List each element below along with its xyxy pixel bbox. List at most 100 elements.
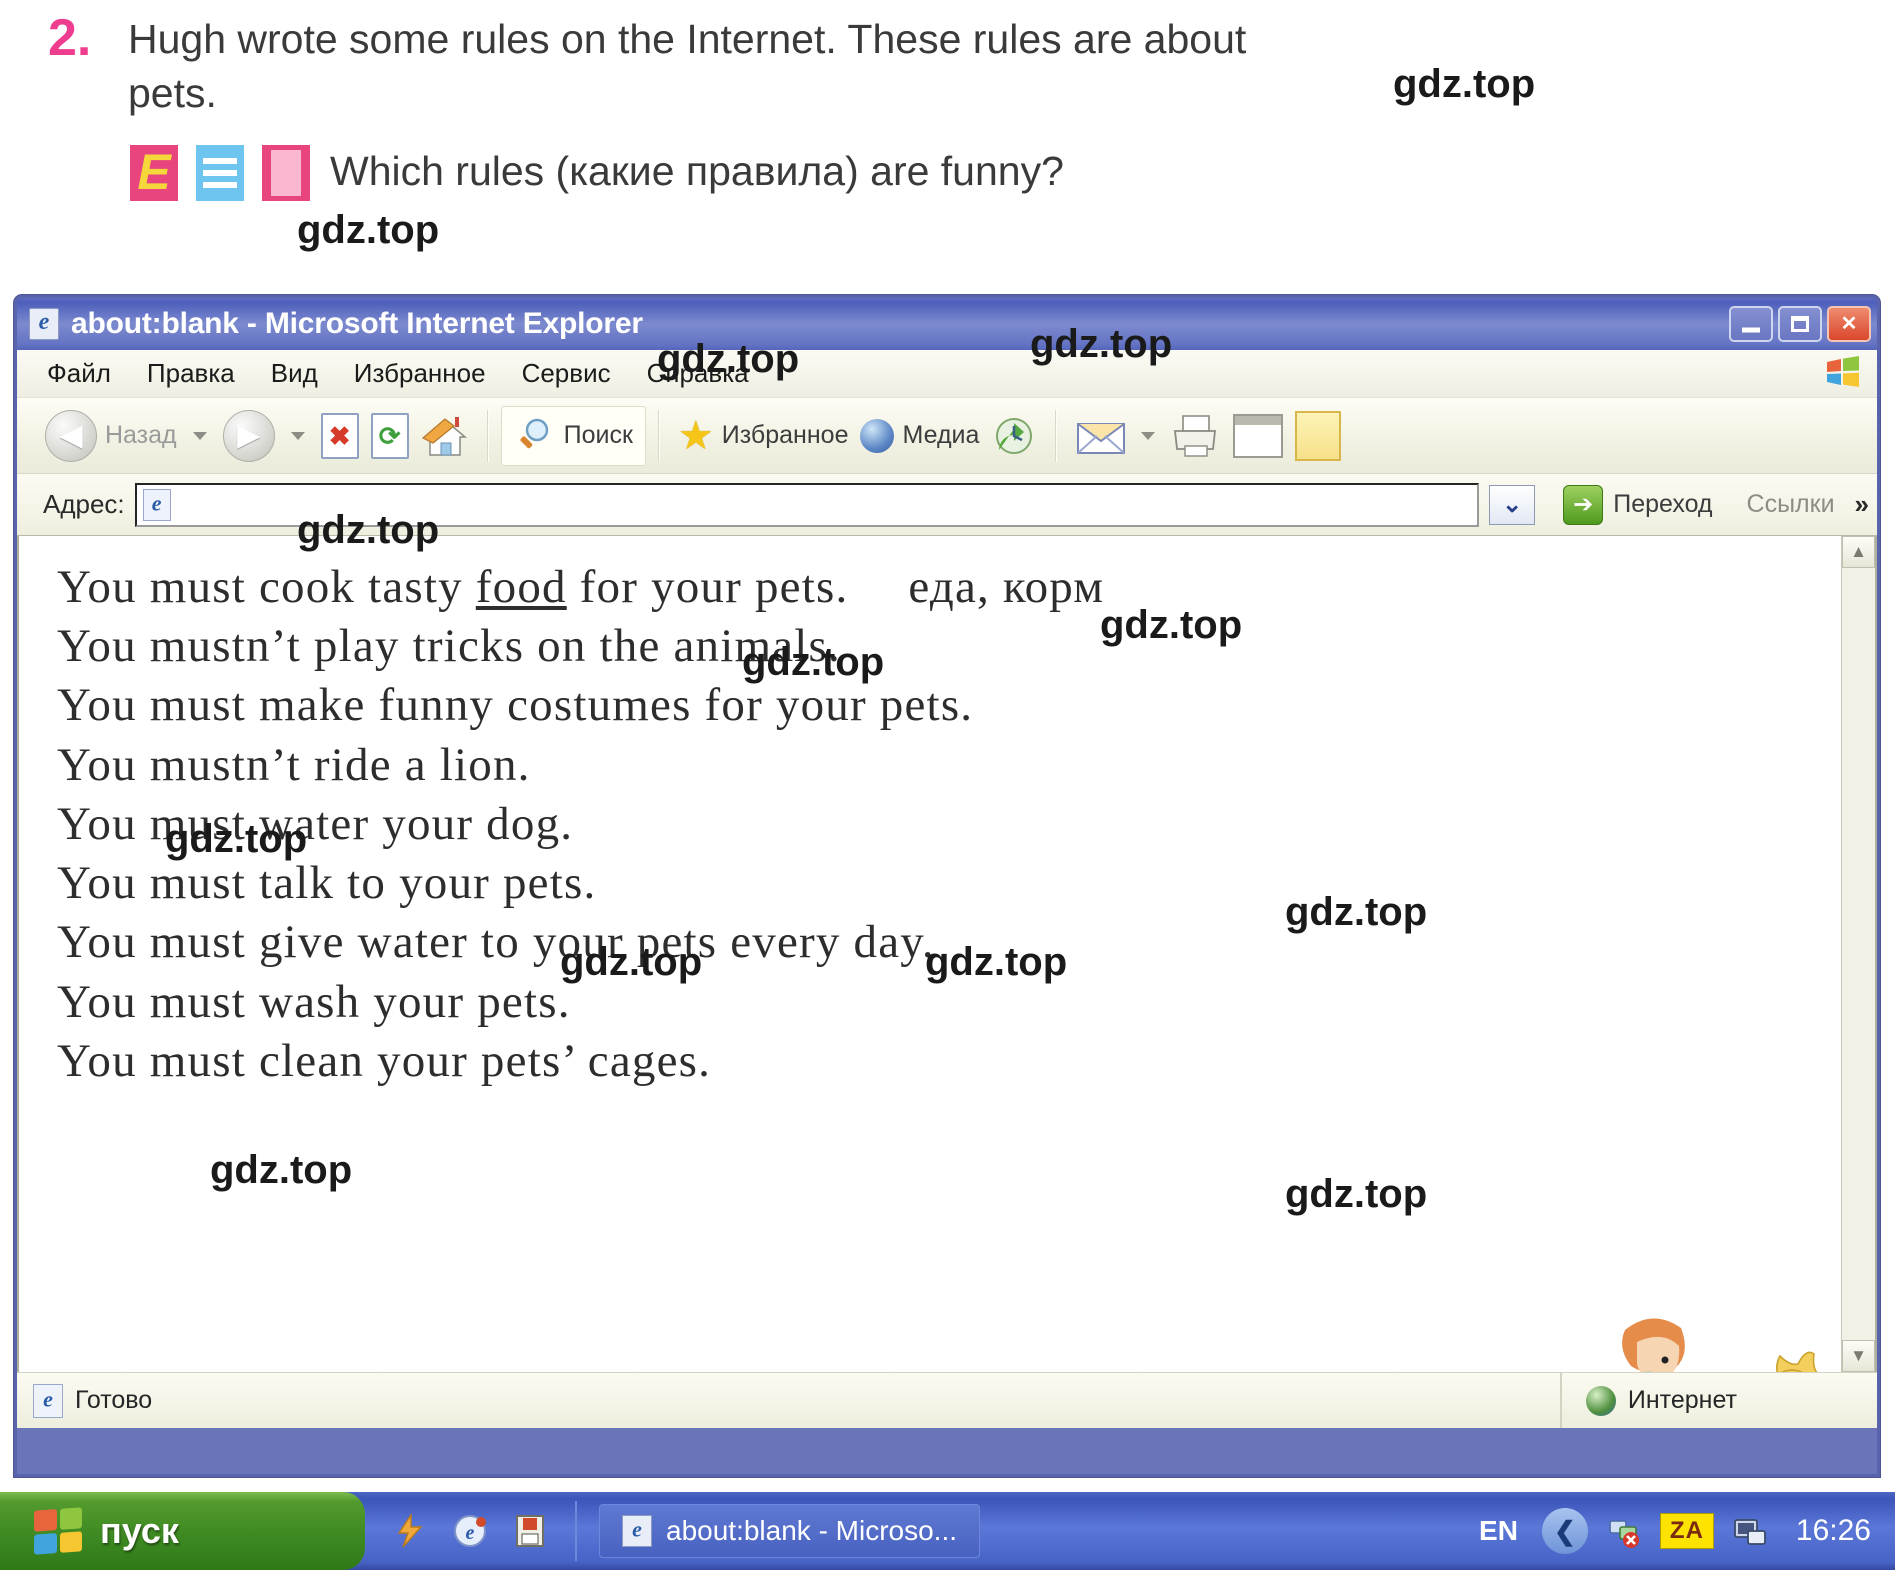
rule-line: You must make funny costumes for your pe… (57, 679, 974, 732)
browser-toolbar: ◀ Назад ▶ ✖ ⟳ Поиск ★ Избранное Медиа (17, 398, 1877, 474)
media-label: Медиа (902, 421, 980, 449)
back-arrow-glyph: ◀ (59, 418, 83, 452)
network-error-icon[interactable] (1606, 1513, 1642, 1549)
ie-page-icon (622, 1515, 652, 1547)
vertical-scrollbar[interactable]: ▲ ▼ (1841, 536, 1875, 1372)
forward-history-chevron-down-icon[interactable] (290, 431, 305, 440)
edit-page-icon (1233, 413, 1284, 458)
chevron-down-icon: ⌄ (1502, 490, 1523, 518)
back-history-chevron-down-icon[interactable] (192, 431, 207, 440)
menu-item-edit[interactable]: Правка (147, 358, 235, 389)
menu-item-tools[interactable]: Сервис (522, 358, 611, 389)
forward-arrow-icon: ▶ (222, 409, 275, 462)
scroll-up-button[interactable]: ▲ (1842, 536, 1875, 568)
favorites-label: Избранное (721, 421, 849, 449)
ie-icon[interactable]: e (451, 1512, 489, 1550)
favorites-button[interactable]: ★ Избранное (672, 416, 855, 456)
windows-flag-icon (34, 1507, 82, 1555)
print-button[interactable] (1163, 413, 1227, 459)
rule-line: You must water your dog. (57, 797, 574, 850)
refresh-button[interactable]: ⟳ (365, 412, 415, 459)
note-button[interactable] (1289, 410, 1347, 461)
floppy-save-icon[interactable] (511, 1512, 549, 1550)
display-icon[interactable] (1732, 1513, 1768, 1549)
window-controls: ✕ (1729, 306, 1871, 342)
back-button[interactable]: ◀ Назад (39, 409, 183, 462)
exercise-prompt-line2: pets. (128, 70, 217, 117)
links-bar-label[interactable]: Ссылки (1737, 490, 1845, 519)
media-player-icon[interactable] (391, 1512, 429, 1550)
menu-item-file[interactable]: Файл (47, 358, 111, 389)
rule-underlined-word: food (475, 561, 567, 613)
browser-chrome: Файл Правка Вид Избранное Сервис Справка… (17, 350, 1877, 536)
toolbar-divider (486, 409, 489, 462)
go-label: Переход (1613, 490, 1713, 518)
history-button[interactable] (985, 413, 1043, 459)
back-label: Назад (105, 421, 177, 449)
e-magazine-icon (130, 145, 178, 201)
ie-page-icon (29, 308, 59, 340)
start-button[interactable]: пуск (0, 1492, 365, 1570)
toolbar-divider-3 (1055, 409, 1058, 462)
book-icon (262, 145, 310, 201)
close-button[interactable]: ✕ (1827, 306, 1871, 342)
close-icon: ✕ (1840, 313, 1858, 335)
status-bar: Готово Интернет (17, 1372, 1877, 1428)
address-input[interactable] (134, 482, 1480, 527)
menu-item-view[interactable]: Вид (271, 358, 318, 389)
go-button[interactable]: ➔ Переход (1549, 484, 1726, 525)
stop-glyph: ✖ (328, 420, 351, 451)
exercise-header: 2. Hugh wrote some rules on the Internet… (0, 0, 1895, 230)
security-zone-label: Интернет (1627, 1386, 1737, 1414)
rule-text-1: You must cook tasty (57, 561, 476, 613)
go-arrow-glyph: ➔ (1573, 490, 1594, 518)
ie-page-icon (142, 488, 171, 521)
scroll-down-button[interactable]: ▼ (1842, 1340, 1875, 1372)
forward-arrow-glyph: ▶ (237, 418, 261, 452)
browser-window: about:blank - Microsoft Internet Explore… (14, 295, 1880, 1477)
search-button[interactable]: Поиск (500, 405, 646, 466)
globe-icon (1585, 1385, 1616, 1416)
edit-button[interactable] (1227, 413, 1289, 458)
address-dropdown-button[interactable]: ⌄ (1489, 484, 1536, 525)
rules-list: You must cook tasty food for your pets. е… (57, 558, 1805, 1091)
taskbar-clock[interactable]: 16:26 (1786, 1514, 1871, 1548)
taskbar-window-button[interactable]: about:blank - Microso... (599, 1504, 981, 1558)
mail-button[interactable] (1069, 416, 1163, 456)
minimize-button[interactable] (1729, 306, 1773, 342)
security-zone[interactable]: Интернет (1559, 1373, 1877, 1428)
tray-expand-chevron-icon[interactable]: ❮ (1541, 1508, 1588, 1554)
rule-line: You must clean your pets’ cages. (57, 1034, 712, 1087)
exercise-prompt: Hugh wrote some rules on the Internet. T… (128, 12, 1518, 120)
task-list: about:blank - Microso... (575, 1501, 981, 1561)
menu-item-help[interactable]: Справка (647, 358, 749, 389)
media-button[interactable]: Медиа (854, 418, 985, 453)
language-indicator[interactable]: EN (1479, 1515, 1524, 1547)
menu-item-favorites[interactable]: Избранное (354, 358, 486, 389)
start-label: пуск (100, 1510, 179, 1551)
boy-dressing-dog-illustration (1579, 1274, 1875, 1372)
ie-page-icon (33, 1383, 63, 1418)
rule-tail-1: for your pets. (566, 561, 849, 613)
maximize-button[interactable] (1778, 306, 1822, 342)
home-button[interactable] (415, 413, 475, 459)
refresh-glyph: ⟳ (378, 420, 401, 451)
za-keyboard-icon[interactable]: ZA (1659, 1513, 1714, 1549)
mail-chevron-down-icon[interactable] (1141, 431, 1156, 440)
quick-launch-bar: e (365, 1512, 575, 1550)
rule-line: You mustn’t ride a lion. (57, 738, 531, 791)
rule-line: You must cook tasty food for your pets. е… (57, 558, 1805, 617)
go-arrow-icon: ➔ (1563, 484, 1604, 525)
media-globe-icon (860, 418, 895, 453)
list-lines-icon (196, 145, 244, 201)
page-content: You must cook tasty food for your pets. е… (17, 536, 1877, 1372)
taskbar-window-label: about:blank - Microso... (666, 1515, 958, 1546)
exercise-question: Which rules (какие правила) are funny? (330, 148, 1064, 194)
note-icon (1295, 410, 1342, 461)
stop-button[interactable]: ✖ (315, 412, 365, 459)
rule-line: You must wash your pets. (57, 975, 571, 1028)
refresh-icon: ⟳ (370, 412, 409, 459)
forward-button[interactable]: ▶ (217, 409, 281, 462)
overflow-chevron-icon[interactable]: » (1855, 489, 1877, 520)
window-titlebar[interactable]: about:blank - Microsoft Internet Explore… (17, 298, 1877, 350)
